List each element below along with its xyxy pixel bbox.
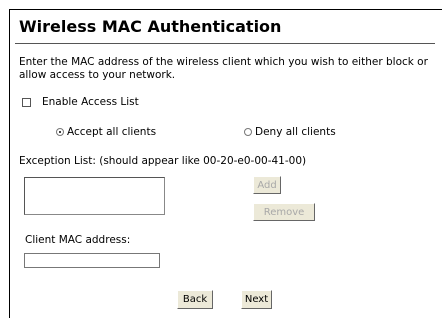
accept-all-clients-option[interactable]: Accept all clients — [56, 126, 156, 138]
deny-all-clients-option[interactable]: Deny all clients — [244, 126, 336, 138]
page-description: Enter the MAC address of the wireless cl… — [19, 56, 428, 81]
next-button[interactable]: Next — [241, 290, 272, 309]
enable-access-list-checkbox[interactable] — [22, 97, 31, 107]
exception-list-label: Exception List: (should appear like 00-2… — [19, 155, 307, 167]
back-button[interactable]: Back — [177, 290, 213, 309]
remove-button[interactable]: Remove — [253, 203, 315, 221]
exception-list-box[interactable] — [24, 177, 165, 215]
accept-all-clients-radio[interactable] — [56, 128, 64, 136]
accept-all-clients-label: Accept all clients — [67, 126, 157, 138]
page-title: Wireless MAC Authentication — [19, 17, 282, 36]
deny-all-clients-label: Deny all clients — [255, 126, 336, 138]
deny-all-clients-radio[interactable] — [244, 128, 252, 136]
enable-access-list-row: Enable Access List — [22, 96, 139, 108]
add-button[interactable]: Add — [253, 176, 281, 194]
client-mac-label: Client MAC address: — [25, 234, 131, 246]
enable-access-list-label: Enable Access List — [42, 96, 139, 108]
client-mac-input[interactable] — [24, 253, 160, 268]
title-divider — [15, 43, 435, 44]
